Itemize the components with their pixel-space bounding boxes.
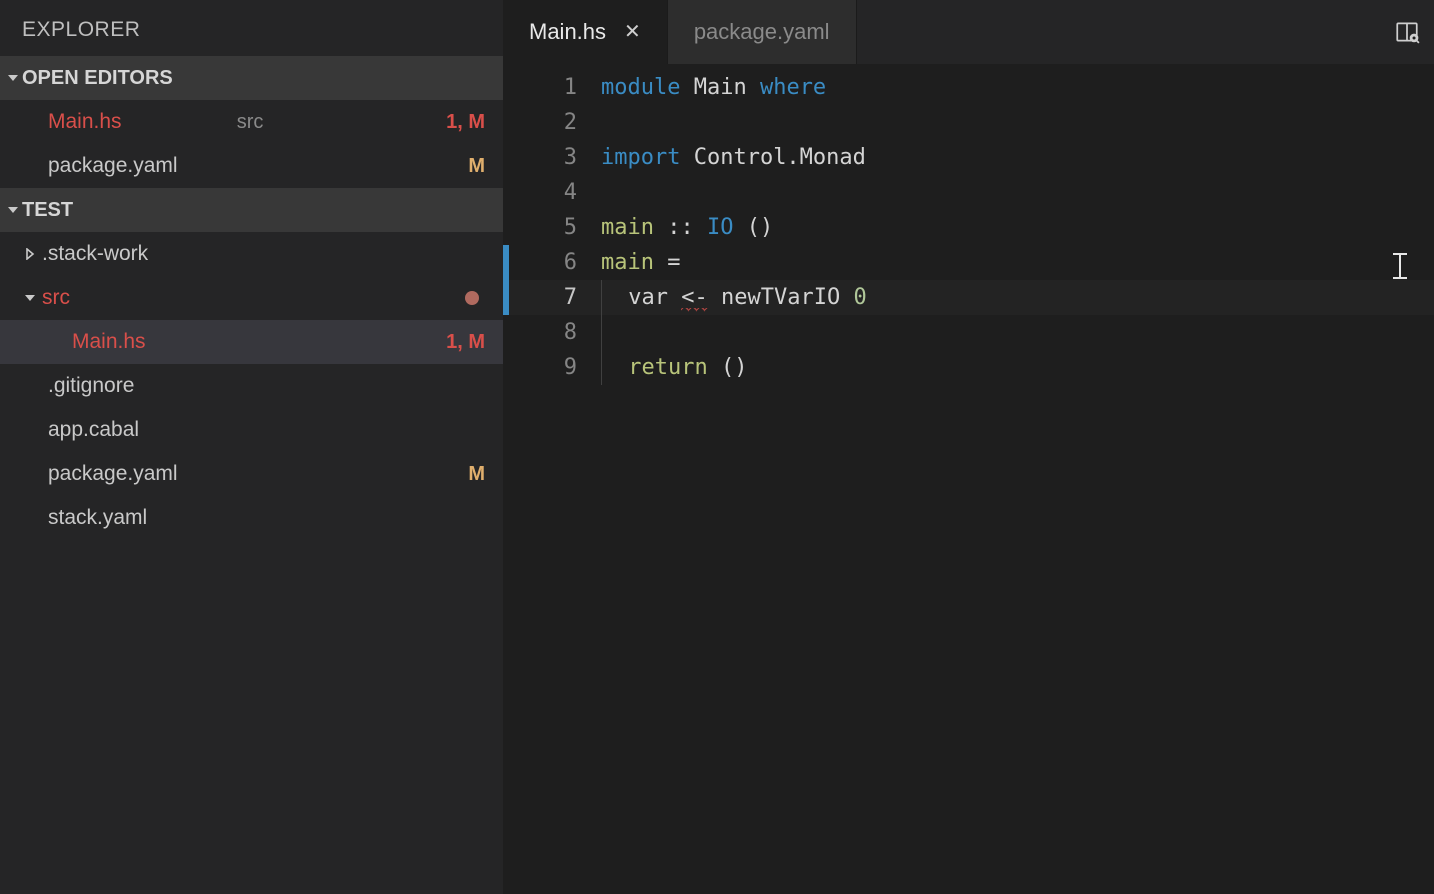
code-content bbox=[601, 315, 628, 350]
section-workspace[interactable]: TEST bbox=[0, 188, 503, 232]
folder-item[interactable]: src bbox=[0, 276, 503, 320]
code-line[interactable]: 8 bbox=[503, 315, 1434, 350]
folder-name: .stack-work bbox=[42, 242, 485, 266]
chevron-down-icon bbox=[4, 204, 22, 216]
tab-label: package.yaml bbox=[694, 19, 830, 45]
file-name: app.cabal bbox=[48, 418, 485, 442]
editor-area: Main.hs ✕ package.yaml 1module Main wher… bbox=[503, 0, 1434, 894]
scm-status: 1, M bbox=[446, 331, 485, 354]
chevron-right-icon bbox=[18, 248, 42, 260]
explorer-title: EXPLORER bbox=[0, 0, 503, 56]
split-editor-icon[interactable] bbox=[1380, 0, 1434, 64]
file-item[interactable]: package.yaml M bbox=[0, 452, 503, 496]
code-content: var <- newTVarIO 0 bbox=[601, 280, 867, 315]
code-content: import Control.Monad bbox=[601, 140, 866, 175]
editor-tabs: Main.hs ✕ package.yaml bbox=[503, 0, 1434, 64]
tab-label: Main.hs bbox=[529, 19, 606, 45]
code-content: module Main where bbox=[601, 70, 826, 105]
scm-status: 1, M bbox=[446, 111, 485, 134]
code-line[interactable]: 4 bbox=[503, 175, 1434, 210]
line-number: 2 bbox=[509, 105, 601, 140]
code-line[interactable]: 7 var <- newTVarIO 0 bbox=[503, 280, 1434, 315]
folder-name: src bbox=[42, 286, 254, 310]
code-line[interactable]: 9 return () bbox=[503, 350, 1434, 385]
line-number: 9 bbox=[509, 350, 601, 385]
code-line[interactable]: 3import Control.Monad bbox=[503, 140, 1434, 175]
code-content: main :: IO () bbox=[601, 210, 773, 245]
file-path-suffix: src bbox=[237, 111, 264, 134]
close-icon[interactable]: ✕ bbox=[624, 22, 641, 42]
dirty-indicator-icon bbox=[465, 291, 479, 305]
chevron-down-icon bbox=[18, 292, 42, 304]
file-name: Main.hs bbox=[48, 110, 231, 134]
section-label: TEST bbox=[22, 199, 73, 222]
code-line[interactable]: 5main :: IO () bbox=[503, 210, 1434, 245]
line-number: 7 bbox=[509, 280, 601, 315]
file-name: stack.yaml bbox=[48, 506, 485, 530]
section-open-editors[interactable]: OPEN EDITORS bbox=[0, 56, 503, 100]
file-item[interactable]: .gitignore bbox=[0, 364, 503, 408]
scm-status: M bbox=[468, 463, 485, 486]
file-name: .gitignore bbox=[48, 374, 485, 398]
file-name: package.yaml bbox=[48, 462, 258, 486]
code-line[interactable]: 6main = bbox=[503, 245, 1434, 280]
file-name: Main.hs bbox=[72, 330, 259, 354]
chevron-down-icon bbox=[4, 72, 22, 84]
code-editor[interactable]: 1module Main where23import Control.Monad… bbox=[503, 64, 1434, 894]
explorer-sidebar: EXPLORER OPEN EDITORS Main.hs src 1, M p… bbox=[0, 0, 503, 894]
line-number: 8 bbox=[509, 315, 601, 350]
code-line[interactable]: 2 bbox=[503, 105, 1434, 140]
folder-item[interactable]: .stack-work bbox=[0, 232, 503, 276]
line-number: 4 bbox=[509, 175, 601, 210]
file-item[interactable]: stack.yaml bbox=[0, 496, 503, 540]
code-line[interactable]: 1module Main where bbox=[503, 70, 1434, 105]
code-content: return () bbox=[601, 350, 747, 385]
code-content: main = bbox=[601, 245, 680, 280]
open-editor-item[interactable]: Main.hs src 1, M bbox=[0, 100, 503, 144]
file-item[interactable]: app.cabal bbox=[0, 408, 503, 452]
editor-tab[interactable]: package.yaml bbox=[668, 0, 857, 64]
line-number: 5 bbox=[509, 210, 601, 245]
file-name: package.yaml bbox=[48, 154, 258, 178]
section-label: OPEN EDITORS bbox=[22, 67, 173, 90]
open-editor-item[interactable]: package.yaml M bbox=[0, 144, 503, 188]
editor-tab-active[interactable]: Main.hs ✕ bbox=[503, 0, 668, 64]
line-number: 6 bbox=[509, 245, 601, 280]
line-number: 3 bbox=[509, 140, 601, 175]
line-number: 1 bbox=[509, 70, 601, 105]
file-item[interactable]: Main.hs 1, M bbox=[0, 320, 503, 364]
scm-status: M bbox=[468, 155, 485, 178]
